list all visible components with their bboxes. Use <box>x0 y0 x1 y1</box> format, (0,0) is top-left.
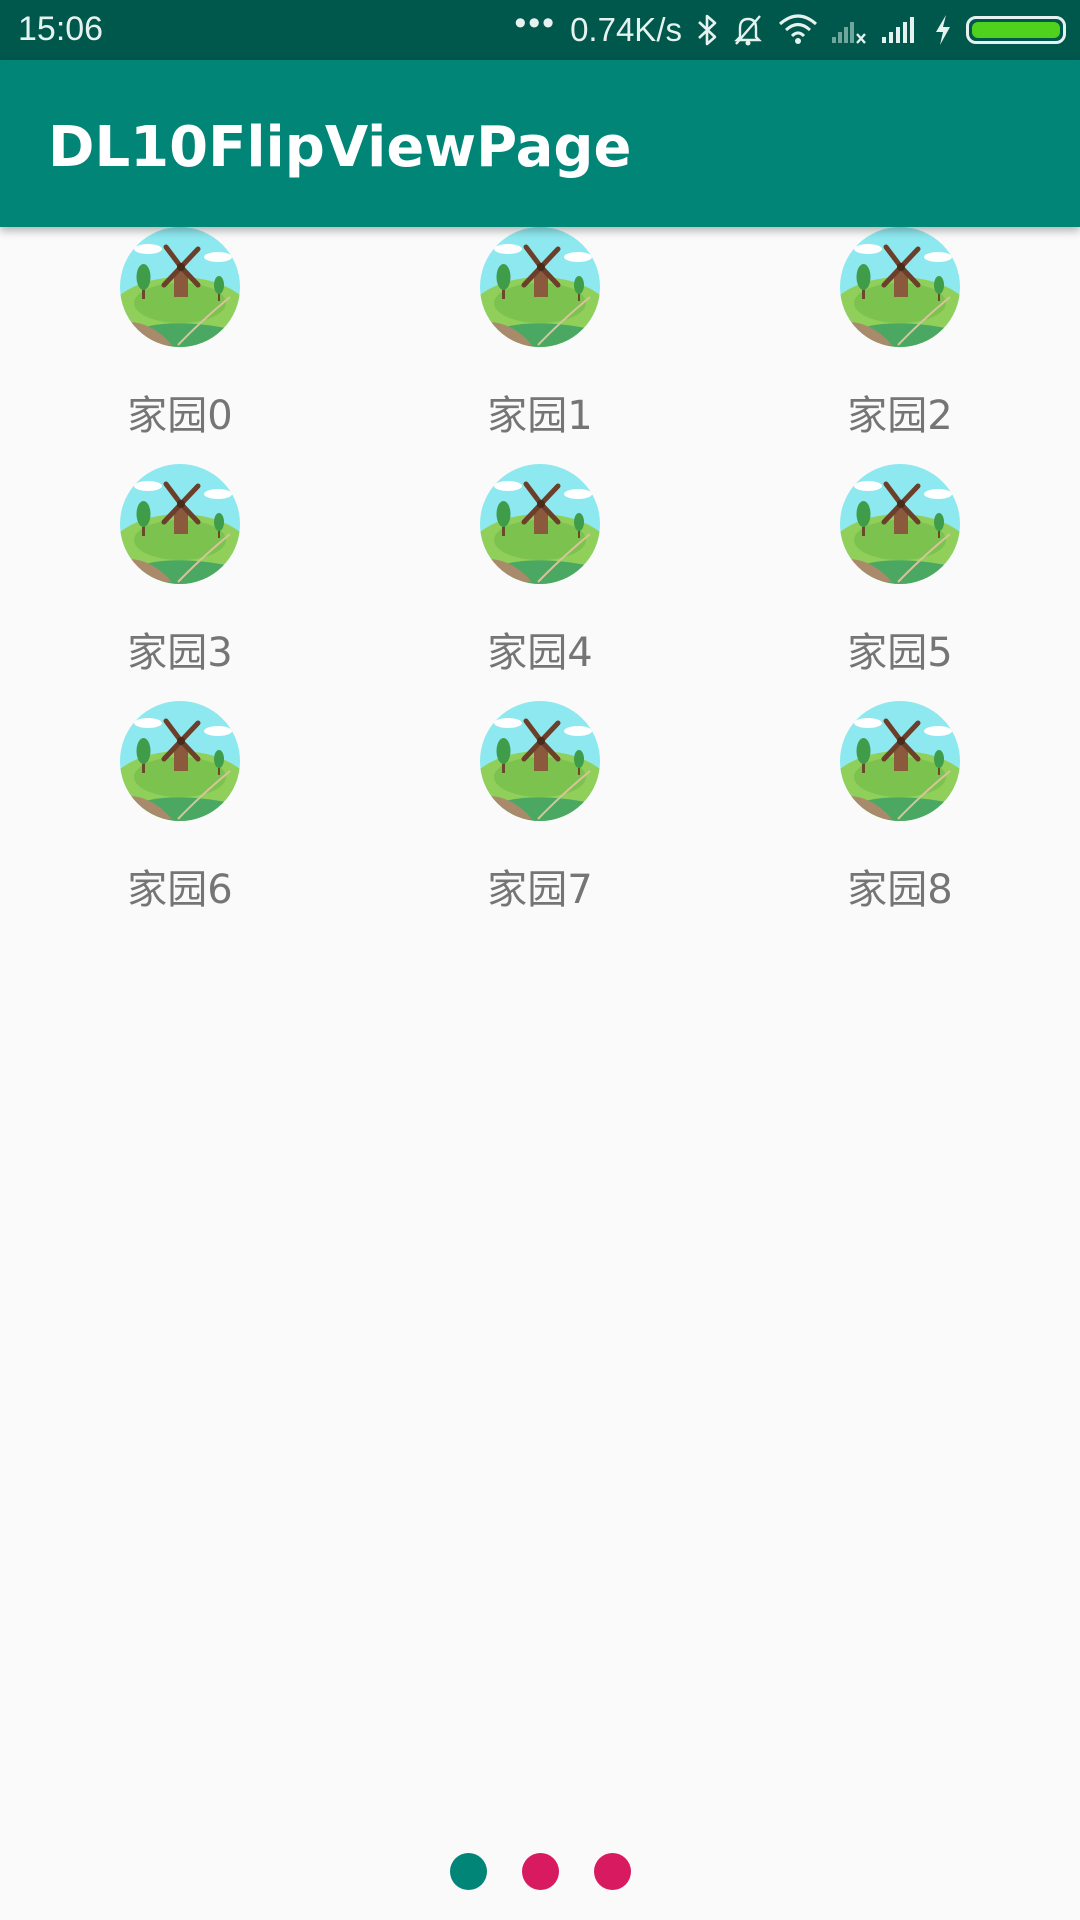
grid-item[interactable]: 家园4 <box>360 464 720 701</box>
windmill-landscape-icon <box>840 464 960 584</box>
windmill-landscape-icon <box>120 227 240 347</box>
app-toolbar: DL10FlipViewPage <box>0 60 1080 227</box>
grid-item-label: 家园2 <box>847 393 953 439</box>
grid-item-label: 家园6 <box>127 867 233 913</box>
windmill-landscape-icon <box>120 701 240 821</box>
grid-item[interactable]: 家园6 <box>0 701 360 938</box>
grid-item-label: 家园7 <box>487 867 593 913</box>
grid-item[interactable]: 家园8 <box>720 701 1080 938</box>
page-title: DL10FlipViewPage <box>48 115 632 180</box>
windmill-landscape-icon <box>840 227 960 347</box>
net-speed: 0.74K/s <box>570 11 682 48</box>
page-dot-active[interactable] <box>449 1853 487 1890</box>
signal-icon <box>882 15 920 45</box>
grid-item[interactable]: 家园2 <box>720 227 1080 464</box>
page-dot[interactable] <box>521 1853 559 1890</box>
page-dot[interactable] <box>593 1853 631 1890</box>
battery-fill <box>972 22 1060 38</box>
grid-item-label: 家园0 <box>127 393 233 439</box>
notifications-off-icon <box>732 13 764 47</box>
windmill-landscape-icon <box>480 464 600 584</box>
status-bar: 15:06 ••• 0.74K/s <box>0 0 1080 60</box>
more-notifications-icon: ••• <box>514 3 557 42</box>
grid-item[interactable]: 家园3 <box>0 464 360 701</box>
windmill-landscape-icon <box>480 227 600 347</box>
status-time: 15:06 <box>18 10 104 48</box>
windmill-landscape-icon <box>840 701 960 821</box>
status-icons: ••• 0.74K/s <box>514 4 1066 52</box>
grid-item[interactable]: 家园1 <box>360 227 720 464</box>
page-indicator <box>0 1853 1080 1891</box>
grid-item[interactable]: 家园0 <box>0 227 360 464</box>
wifi-icon <box>778 14 818 46</box>
windmill-landscape-icon <box>120 464 240 584</box>
grid-item-label: 家园3 <box>127 630 233 676</box>
battery-icon <box>966 16 1066 44</box>
grid-item[interactable]: 家园7 <box>360 701 720 938</box>
grid-item-label: 家园1 <box>487 393 593 439</box>
charging-icon <box>934 14 952 46</box>
grid-item-label: 家园4 <box>487 630 593 676</box>
grid-item-label: 家园5 <box>847 630 953 676</box>
windmill-landscape-icon <box>480 701 600 821</box>
grid-item-label: 家园8 <box>847 867 953 913</box>
bluetooth-icon <box>696 13 718 47</box>
grid-item[interactable]: 家园5 <box>720 464 1080 701</box>
sim1-no-signal-icon <box>832 15 868 45</box>
